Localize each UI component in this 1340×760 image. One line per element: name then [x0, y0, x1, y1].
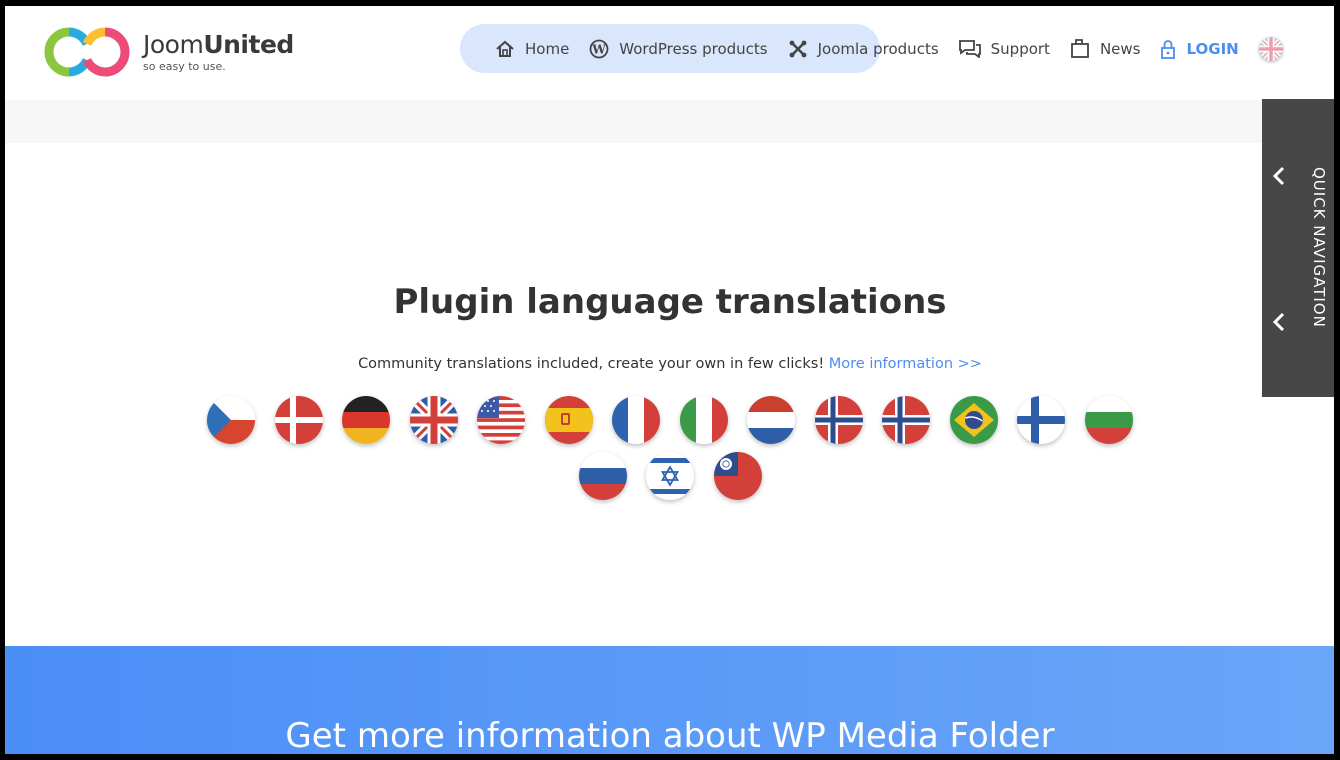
norwegian-flag-icon[interactable] [882, 396, 931, 444]
page-frame: JoomUnited so easy to use. Home W WordPr… [5, 6, 1334, 754]
logo-wordmark: JoomUnited [143, 30, 294, 59]
site-header: JoomUnited so easy to use. Home W WordPr… [5, 6, 1334, 100]
bulgarian-flag-icon[interactable] [1084, 396, 1133, 444]
nav-login[interactable]: LOGIN [1160, 39, 1239, 59]
main-nav: Home W WordPress products Joomla product… [495, 32, 1283, 66]
flags-row-1 [5, 396, 1334, 444]
nav-joomla-label: Joomla products [817, 40, 939, 58]
uk-flag-icon [1258, 37, 1283, 61]
flags-row-2 [5, 452, 1334, 500]
language-flags [5, 396, 1334, 508]
joomunited-logo[interactable]: JoomUnited so easy to use. [41, 22, 301, 78]
italian-flag-icon[interactable] [679, 396, 728, 444]
israeli-flag-icon[interactable] [646, 452, 694, 500]
norwegian-flag-icon[interactable] [814, 396, 863, 444]
lock-icon [1161, 40, 1176, 59]
nav-home-label: Home [525, 40, 570, 58]
us-flag-icon[interactable] [477, 396, 526, 444]
wordpress-icon: W [589, 39, 609, 59]
quick-navigation-panel[interactable]: QUICK NAVIGATION [1262, 99, 1334, 397]
language-switcher[interactable] [1258, 37, 1283, 61]
logo-rings-icon [44, 27, 130, 77]
more-information-link[interactable]: More information >> [829, 356, 982, 372]
nav-joomla-products[interactable]: Joomla products [788, 39, 939, 59]
section-subtitle: Community translations included, create … [5, 356, 1334, 372]
nav-wordpress-label: WordPress products [619, 40, 768, 58]
nav-wordpress-products[interactable]: W WordPress products [589, 39, 768, 59]
home-icon [496, 40, 514, 57]
nav-news[interactable]: News [1070, 39, 1141, 59]
french-flag-icon[interactable] [612, 396, 661, 444]
russian-flag-icon[interactable] [578, 452, 627, 500]
chevron-left-icon [1272, 166, 1285, 186]
taiwan-flag-icon[interactable] [713, 452, 762, 500]
joomla-icon [789, 40, 807, 58]
subtitle-text: Community translations included, create … [358, 356, 825, 372]
nav-login-label: LOGIN [1186, 40, 1239, 58]
chat-icon [958, 40, 981, 58]
banner-title: Get more information about WP Media Fold… [285, 716, 1055, 754]
logo-tagline: so easy to use. [143, 60, 226, 73]
svg-text:W: W [592, 43, 607, 57]
nav-support-label: Support [990, 40, 1050, 58]
brazilian-flag-icon[interactable] [949, 396, 998, 444]
uk-flag-icon[interactable] [409, 396, 458, 444]
info-banner: Get more information about WP Media Fold… [5, 646, 1334, 754]
nav-news-label: News [1099, 40, 1141, 58]
czech-flag-icon[interactable] [207, 396, 256, 444]
dutch-flag-icon[interactable] [747, 396, 796, 444]
spanish-flag-icon[interactable] [544, 396, 593, 444]
danish-flag-icon[interactable] [274, 396, 323, 444]
gray-band [5, 100, 1334, 143]
nav-support[interactable]: Support [958, 40, 1050, 58]
nav-home[interactable]: Home [495, 40, 569, 58]
section-title: Plugin language translations [393, 282, 947, 322]
german-flag-icon[interactable] [342, 396, 391, 444]
news-icon [1071, 39, 1089, 58]
finnish-flag-icon[interactable] [1017, 396, 1066, 444]
